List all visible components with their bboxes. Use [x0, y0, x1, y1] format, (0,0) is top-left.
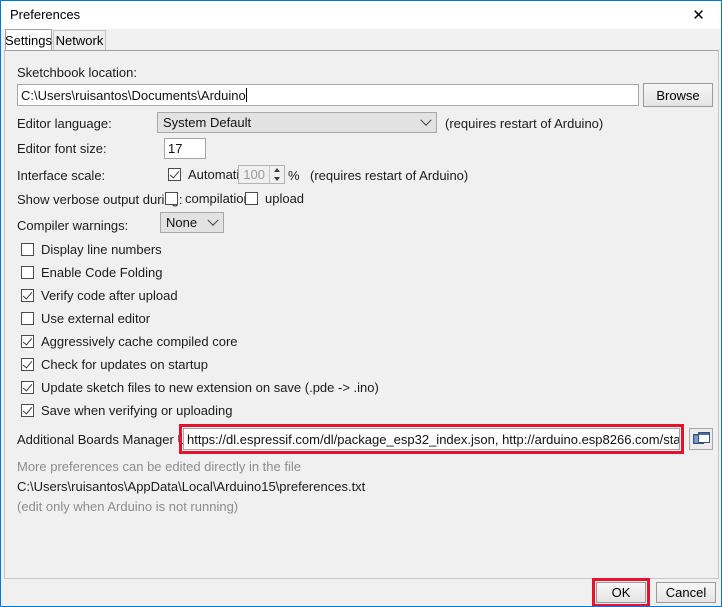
sketchbook-location-input[interactable]: C:\Users\ruisantos\Documents\Arduino [17, 84, 639, 106]
interface-scale-label: Interface scale: [17, 168, 106, 183]
stepper-down-icon[interactable] [270, 175, 284, 184]
ok-button-label: OK [611, 585, 631, 600]
checkbox-aggressively-cache-compiled-core[interactable]: Aggressively cache compiled core [21, 334, 238, 349]
browse-button[interactable]: Browse [643, 83, 713, 107]
checkbox-label: Update sketch files to new extension on … [41, 380, 379, 395]
tab-settings[interactable]: Settings [5, 29, 52, 51]
stepper-up-icon[interactable] [270, 166, 284, 175]
checkbox-label: Save when verifying or uploading [41, 403, 233, 418]
editor-font-size-input[interactable]: 17 [164, 138, 206, 159]
editor-font-size-value: 17 [168, 141, 183, 156]
interface-scale-stepper[interactable]: 100 [238, 165, 285, 184]
close-button[interactable]: ✕ [676, 1, 721, 29]
settings-panel: Sketchbook location: C:\Users\ruisantos\… [4, 50, 719, 579]
verbose-upload-label: upload [265, 191, 305, 206]
interface-scale-automatic-checkbox[interactable]: Automatic [168, 167, 246, 182]
tab-strip: Settings Network [1, 29, 721, 51]
checkbox-verify-code-after-upload[interactable]: Verify code after upload [21, 288, 178, 303]
sketchbook-location-value: C:\Users\ruisantos\Documents\Arduino [21, 87, 246, 103]
chevron-down-icon [416, 114, 436, 127]
boards-manager-expand-button[interactable] [689, 428, 713, 450]
checkbox-enable-code-folding[interactable]: Enable Code Folding [21, 265, 162, 280]
checkbox-label: Check for updates on startup [41, 357, 208, 372]
verbose-compilation-checkbox[interactable]: compilation [165, 191, 251, 206]
checkbox-box [21, 266, 34, 279]
checkbox-box [21, 312, 34, 325]
cancel-button-label: Cancel [665, 585, 707, 600]
checkbox-box [21, 335, 34, 348]
editor-language-label: Editor language: [17, 116, 112, 131]
checkbox-box [21, 358, 34, 371]
compiler-warnings-value: None [166, 215, 198, 230]
dialog-button-bar: OK Cancel [4, 578, 719, 606]
editor-font-size-label: Editor font size: [17, 141, 107, 156]
tab-settings-label: Settings [5, 32, 52, 48]
editor-language-note: (requires restart of Arduino) [445, 116, 604, 131]
text-caret [245, 88, 247, 102]
checkbox-update-sketch-files-extension[interactable]: Update sketch files to new extension on … [21, 380, 379, 395]
checkbox-check-for-updates-on-startup[interactable]: Check for updates on startup [21, 357, 208, 372]
checkbox-save-when-verifying-or-uploading[interactable]: Save when verifying or uploading [21, 403, 233, 418]
chevron-down-icon [203, 214, 223, 227]
close-icon: ✕ [692, 5, 705, 24]
checkbox-box [245, 192, 258, 205]
checkbox-box [21, 289, 34, 302]
boards-manager-urls-value: https://dl.espressif.com/dl/package_esp3… [187, 431, 680, 447]
checkbox-label: Aggressively cache compiled core [41, 334, 238, 349]
tab-network[interactable]: Network [53, 30, 106, 51]
footer-line-1: More preferences can be edited directly … [17, 459, 301, 474]
title-bar: Preferences ✕ [1, 1, 721, 29]
verbose-upload-checkbox[interactable]: upload [245, 191, 304, 206]
checkbox-label: Enable Code Folding [41, 265, 163, 280]
browse-button-label: Browse [656, 87, 700, 103]
checkbox-box [165, 192, 178, 205]
sketchbook-location-label: Sketchbook location: [17, 65, 137, 80]
interface-scale-percent-label: % [288, 168, 300, 183]
editor-language-value: System Default [163, 115, 252, 130]
checkbox-label: Display line numbers [41, 242, 162, 257]
multi-window-icon [692, 431, 710, 444]
footer-line-3: (edit only when Arduino is not running) [17, 499, 239, 514]
tab-network-label: Network [55, 33, 104, 48]
interface-scale-note: (requires restart of Arduino) [310, 168, 469, 183]
checkbox-box [168, 168, 181, 181]
editor-language-select[interactable]: System Default [157, 112, 437, 133]
ok-button[interactable]: OK [596, 582, 646, 603]
stepper-buttons[interactable] [269, 166, 284, 183]
compiler-warnings-label: Compiler warnings: [17, 218, 129, 233]
verbose-output-label: Show verbose output during: [17, 192, 183, 207]
interface-scale-value: 100 [243, 167, 265, 182]
boards-manager-urls-input[interactable]: https://dl.espressif.com/dl/package_esp3… [183, 428, 680, 450]
checkbox-use-external-editor[interactable]: Use external editor [21, 311, 150, 326]
checkbox-label: Verify code after upload [41, 288, 178, 303]
checkbox-display-line-numbers[interactable]: Display line numbers [21, 242, 162, 257]
preferences-dialog: Preferences ✕ Settings Network Sketchboo… [0, 0, 722, 607]
checkbox-box [21, 381, 34, 394]
compiler-warnings-select[interactable]: None [160, 212, 224, 233]
checkbox-box [21, 243, 34, 256]
cancel-button[interactable]: Cancel [656, 582, 716, 603]
verbose-compilation-label: compilation [185, 191, 251, 206]
checkbox-box [21, 404, 34, 417]
window-title: Preferences [10, 7, 81, 22]
checkbox-label: Use external editor [41, 311, 151, 326]
footer-preferences-path: C:\Users\ruisantos\AppData\Local\Arduino… [17, 479, 366, 494]
